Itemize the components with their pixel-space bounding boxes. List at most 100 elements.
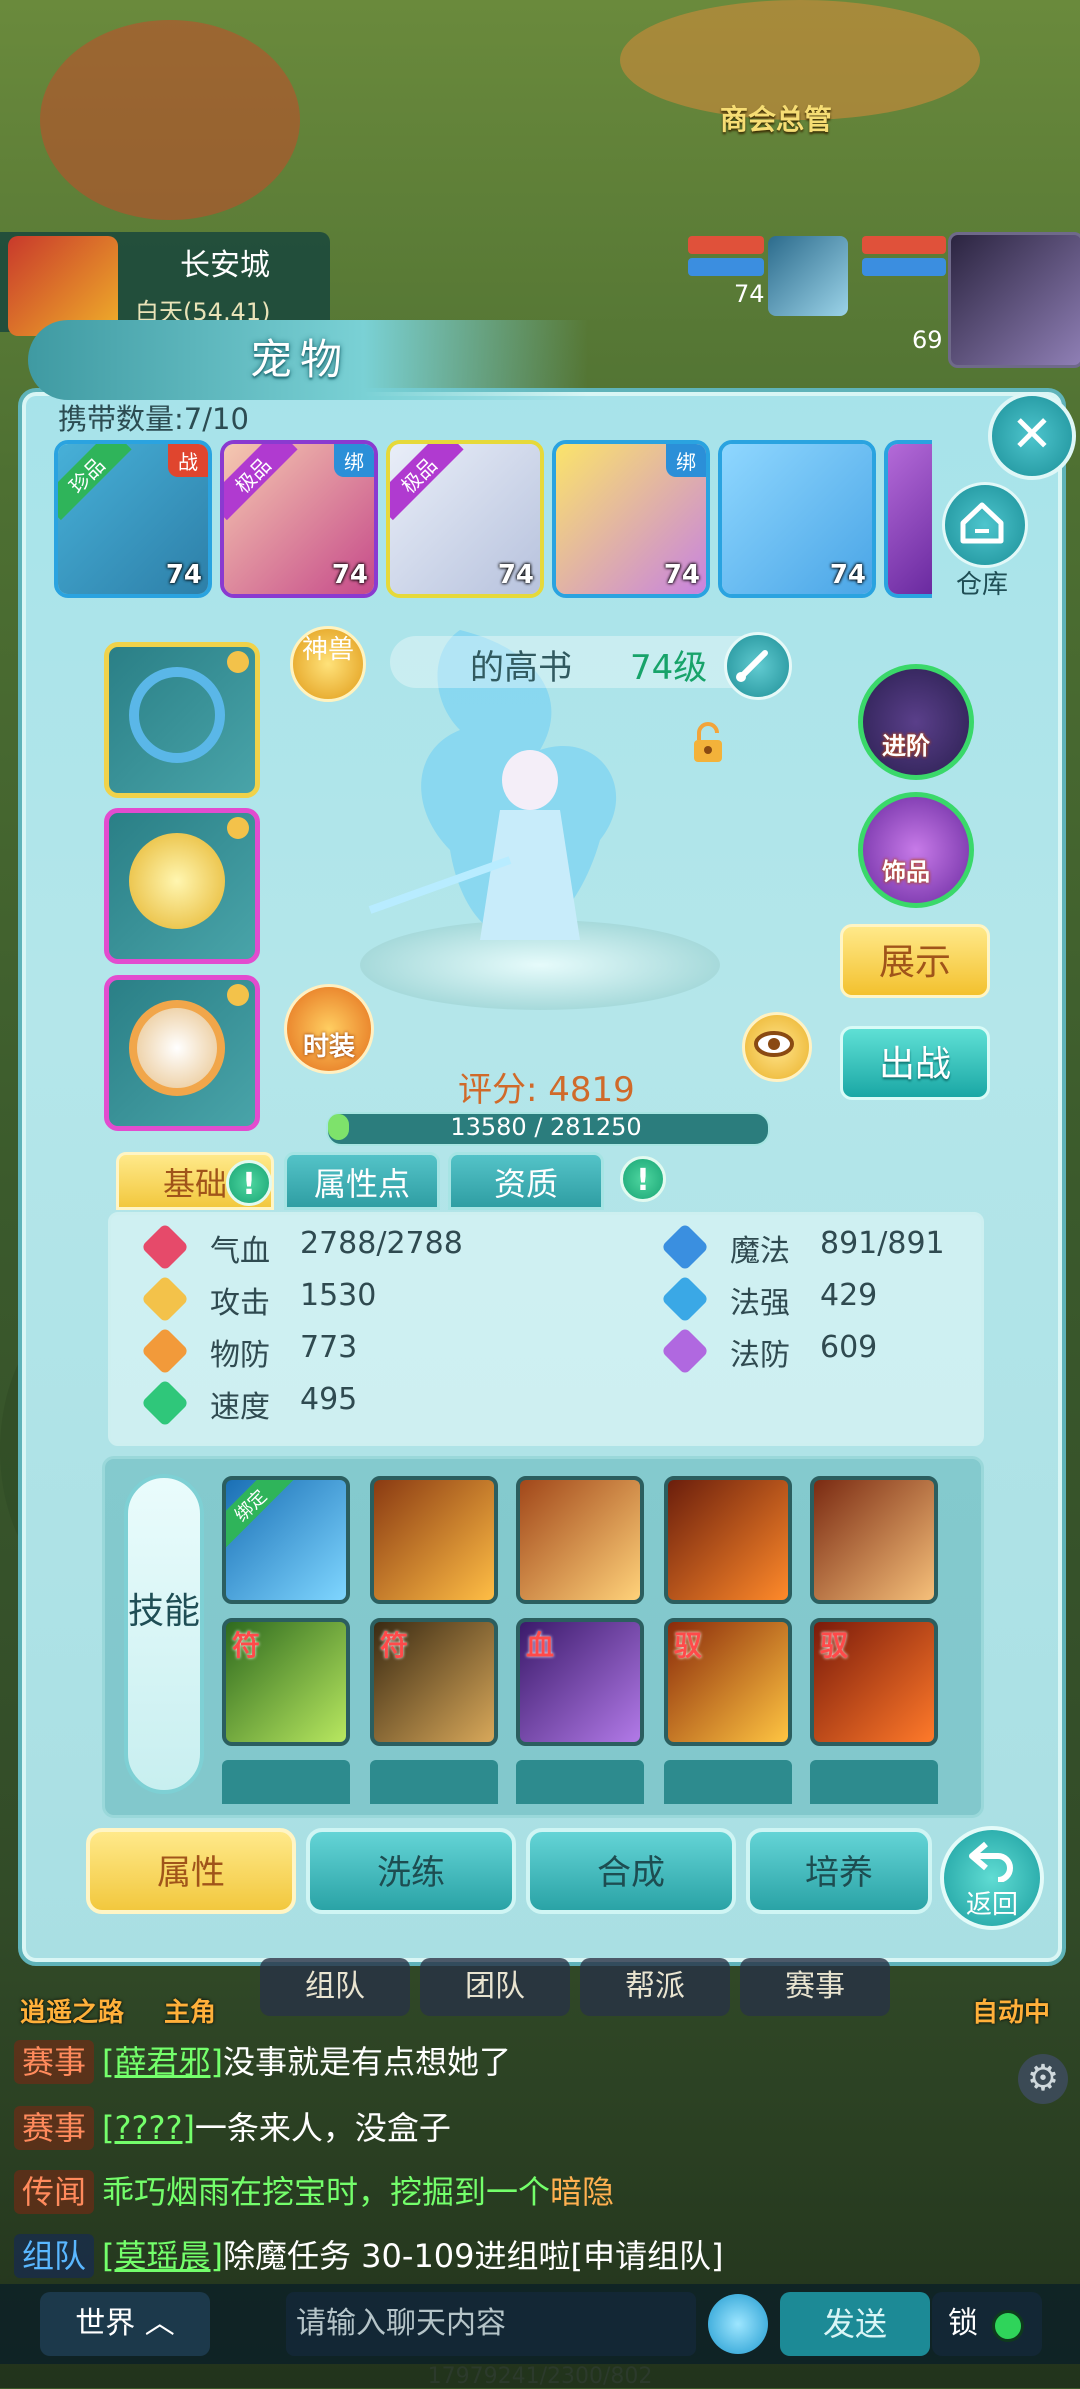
stat-value-magic-power: 429 bbox=[820, 1278, 878, 1313]
advance-button[interactable] bbox=[858, 664, 974, 780]
skills-title: 技能 bbox=[124, 1474, 204, 1794]
chat-settings-gear-icon[interactable]: ⚙ bbox=[1018, 2054, 1068, 2104]
chat-tab-team[interactable]: 组队 bbox=[260, 1958, 410, 2016]
chat-lock-toggle[interactable]: 锁 bbox=[932, 2292, 1042, 2356]
side-label-hero[interactable]: 主角 bbox=[164, 1992, 216, 2029]
unlock-icon[interactable] bbox=[690, 722, 726, 764]
empty-skill-slot[interactable] bbox=[810, 1760, 938, 1804]
chat-line[interactable]: 赛事 [????]一条来人，没盒子 bbox=[14, 2106, 451, 2150]
pet-level: 74 bbox=[829, 560, 866, 590]
skill-slot[interactable] bbox=[664, 1476, 792, 1604]
pet-slot-6-partial[interactable] bbox=[884, 440, 932, 598]
pet-name-bar bbox=[390, 636, 770, 688]
cultivate-button[interactable]: 培养 bbox=[746, 1828, 932, 1914]
chat-line[interactable]: 赛事 [薛君邪]没事就是有点想她了 bbox=[14, 2040, 511, 2084]
skill-slot[interactable]: 血 bbox=[516, 1618, 644, 1746]
pet-current-level: 74级 bbox=[630, 648, 708, 688]
empty-skill-slot[interactable] bbox=[222, 1760, 350, 1804]
charm-icon bbox=[129, 1000, 225, 1096]
skill-slot[interactable]: 驭 bbox=[664, 1618, 792, 1746]
pet-tag: 绑 bbox=[666, 444, 706, 477]
chat-text: 一条来人，没盒子 bbox=[194, 2109, 451, 2147]
auto-status[interactable]: 自动中 bbox=[972, 1992, 1050, 2029]
player-avatar[interactable] bbox=[948, 232, 1080, 368]
chat-channel-tag: 组队 bbox=[14, 2234, 95, 2278]
skill-slot[interactable] bbox=[516, 1476, 644, 1604]
chat-sender[interactable]: [莫瑶晨] bbox=[102, 2237, 223, 2275]
chat-line[interactable]: 传闻 乖巧烟雨在挖宝时，挖掘到一个暗隐 bbox=[14, 2170, 614, 2214]
skill-badge: 血 bbox=[526, 1629, 555, 1662]
skill-slot[interactable]: 符 bbox=[222, 1618, 350, 1746]
storage-button[interactable] bbox=[942, 482, 1028, 568]
chat-tab-guild[interactable]: 帮派 bbox=[580, 1958, 730, 2016]
back-arrow-icon bbox=[969, 1841, 1013, 1882]
player-level: 69 bbox=[912, 326, 943, 354]
skill-slot[interactable]: 绑定 bbox=[222, 1476, 350, 1604]
party-mp-bar bbox=[688, 258, 764, 276]
stat-label-mana: 魔法 bbox=[730, 1234, 790, 1269]
combine-button[interactable]: 合成 bbox=[526, 1828, 736, 1914]
tab-aptitude[interactable]: 资质 bbox=[448, 1152, 604, 1210]
skill-slot[interactable] bbox=[810, 1476, 938, 1604]
pet-slot-3[interactable]: 极品 74 bbox=[386, 440, 544, 598]
skill-bound-ribbon: 绑定 bbox=[226, 1480, 295, 1550]
attributes-button[interactable]: 属性 bbox=[86, 1828, 296, 1914]
equip-slot-armor[interactable] bbox=[104, 808, 260, 964]
emoji-icon[interactable] bbox=[708, 2294, 768, 2354]
fashion-button[interactable]: 时装 bbox=[284, 984, 374, 1074]
equip-slot-charm[interactable] bbox=[104, 975, 260, 1131]
skill-slot[interactable]: 驭 bbox=[810, 1618, 938, 1746]
chat-sender[interactable]: [薛君邪] bbox=[102, 2043, 223, 2081]
refine-button[interactable]: 洗练 bbox=[306, 1828, 516, 1914]
city-name: 长安城 bbox=[180, 248, 270, 283]
empty-skill-slot[interactable] bbox=[516, 1760, 644, 1804]
chat-line[interactable]: 组队 [莫瑶晨]除魔任务 30-109进组啦[申请组队] bbox=[14, 2234, 724, 2278]
side-label-path[interactable]: 逍遥之路 bbox=[20, 1992, 124, 2029]
skill-badge: 驭 bbox=[820, 1629, 849, 1662]
chat-channel-tag: 传闻 bbox=[14, 2170, 95, 2214]
pet-list: 珍品 战 74 极品 绑 74 极品 74 绑 74 74 bbox=[54, 440, 1030, 608]
accessory-label: 饰品 bbox=[882, 858, 930, 886]
battle-button[interactable]: 出战 bbox=[840, 1026, 990, 1100]
pet-slot-1[interactable]: 珍品 战 74 bbox=[54, 440, 212, 598]
back-button[interactable]: 返回 bbox=[940, 1826, 1044, 1930]
pet-level: 74 bbox=[165, 560, 202, 590]
storage-label: 仓库 bbox=[956, 570, 1009, 600]
chat-tab-group[interactable]: 团队 bbox=[420, 1958, 570, 2016]
pet-slot-5[interactable]: 74 bbox=[718, 440, 876, 598]
stat-label-speed: 速度 bbox=[210, 1390, 270, 1425]
armor-icon bbox=[129, 833, 225, 929]
channel-select[interactable]: 世界 ︿ bbox=[40, 2292, 210, 2356]
send-button[interactable]: 发送 bbox=[780, 2292, 930, 2356]
pet-slot-4[interactable]: 绑 74 bbox=[552, 440, 710, 598]
empty-skill-slot[interactable] bbox=[370, 1760, 498, 1804]
rename-brush-button[interactable] bbox=[724, 632, 792, 700]
skill-slot[interactable] bbox=[370, 1476, 498, 1604]
empty-skill-slot[interactable] bbox=[664, 1760, 792, 1804]
chat-highlight[interactable]: 暗隐 bbox=[550, 2173, 614, 2211]
show-button[interactable]: 展示 bbox=[840, 924, 990, 998]
pet-slot-2[interactable]: 极品 绑 74 bbox=[220, 440, 378, 598]
npc-label[interactable]: 商会总管 bbox=[720, 98, 832, 138]
tab-attribute-points[interactable]: 属性点 bbox=[284, 1152, 440, 1210]
stat-label-magic-power: 法强 bbox=[730, 1286, 790, 1321]
chat-channel-tag: 赛事 bbox=[14, 2106, 95, 2150]
player-mp-bar bbox=[862, 258, 946, 276]
equip-slot-collar[interactable] bbox=[104, 642, 260, 798]
padlock-icon bbox=[694, 722, 722, 762]
accessory-button[interactable] bbox=[858, 792, 974, 908]
chat-input[interactable]: 请输入聊天内容 bbox=[286, 2292, 696, 2356]
chat-sender[interactable]: [????] bbox=[102, 2109, 195, 2147]
pet-tag: 战 bbox=[168, 444, 208, 477]
party-pet-avatar[interactable] bbox=[768, 236, 848, 316]
footer-coords: 17979241/2300/802 bbox=[427, 2364, 653, 2389]
stat-value-attack: 1530 bbox=[300, 1278, 377, 1313]
view-button[interactable] bbox=[742, 1012, 812, 1082]
skill-slot[interactable]: 符 bbox=[370, 1618, 498, 1746]
stat-value-speed: 495 bbox=[300, 1382, 358, 1417]
aptitude-alert-icon[interactable]: ! bbox=[620, 1156, 666, 1202]
stat-label-attack: 攻击 bbox=[210, 1286, 270, 1321]
paw-icon bbox=[227, 817, 249, 839]
chat-tab-events[interactable]: 赛事 bbox=[740, 1958, 890, 2016]
skill-badge: 符 bbox=[232, 1629, 261, 1662]
